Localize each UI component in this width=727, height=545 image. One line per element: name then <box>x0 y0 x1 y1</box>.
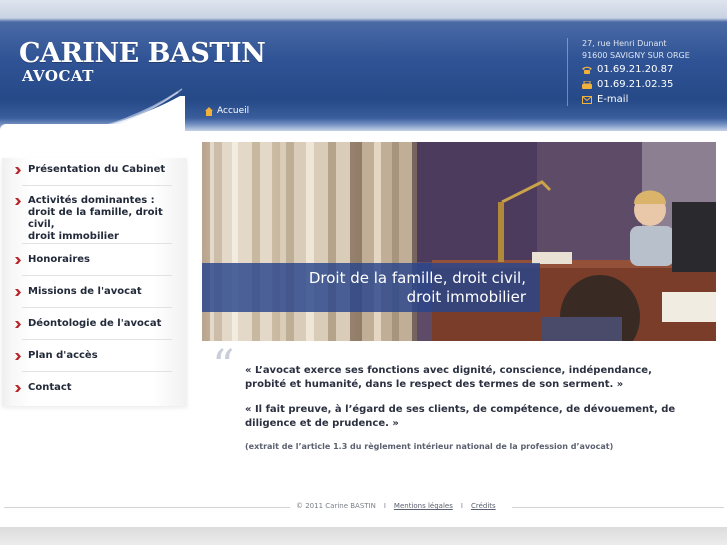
sidebar-menu: Présentation du Cabinet Activités domina… <box>2 158 187 406</box>
envelope-icon <box>582 95 592 104</box>
chevron-right-icon <box>15 321 21 328</box>
sidebar-item-label[interactable]: Déontologie de l'avocat <box>28 318 168 330</box>
footer-divider <box>4 507 290 508</box>
menu-divider <box>22 275 172 276</box>
quote-source: (extrait de l’article 1.3 du règlement i… <box>245 442 614 451</box>
footer-divider <box>512 507 724 508</box>
address-block: 27, rue Henri Dunant 91600 SAVIGNY SUR O… <box>582 38 690 62</box>
sidebar-item-label-line: droit immobilier <box>28 231 119 242</box>
address-city: 91600 SAVIGNY SUR ORGE <box>582 51 690 60</box>
email-label: E-mail <box>597 94 629 105</box>
menu-divider <box>22 307 172 308</box>
banner-caption-line: droit immobilier <box>406 288 526 306</box>
fax-number: 01.69.21.02.35 <box>597 79 674 90</box>
quote-line: « Il fait preuve, à l’égard de ses clien… <box>245 404 676 415</box>
chevron-right-icon <box>15 167 21 174</box>
chevron-right-icon <box>15 385 21 392</box>
menu-divider <box>22 185 172 186</box>
sidebar-item-label[interactable]: Plan d'accès <box>28 350 168 362</box>
site-title: CARINE BASTIN <box>19 38 266 69</box>
legal-notice-link[interactable]: Mentions légales <box>394 502 453 510</box>
banner-caption-line: Droit de la famille, droit civil, <box>308 269 526 287</box>
sidebar-item-label[interactable]: Missions de l'avocat <box>28 286 168 298</box>
chevron-right-icon <box>15 289 21 296</box>
sidebar-item-label-line: Activités dominantes : <box>28 195 155 206</box>
quote-line: diligence et de prudence. » <box>245 418 399 429</box>
home-icon <box>205 106 213 116</box>
email-link[interactable]: E-mail <box>582 94 628 105</box>
sidebar-item-label[interactable]: Contact <box>28 382 168 394</box>
site-subtitle: AVOCAT <box>22 67 94 85</box>
footer-separator: I <box>383 502 386 510</box>
header-divider <box>567 38 568 106</box>
chevron-right-icon <box>15 257 21 264</box>
nav-home-link[interactable]: Accueil <box>205 106 249 116</box>
quote-paragraph-2: « Il fait preuve, à l’égard de ses clien… <box>245 403 717 431</box>
fax-icon <box>582 80 592 89</box>
nav-home-label: Accueil <box>217 106 250 116</box>
banner-caption: Droit de la famille, droit civil, droit … <box>309 269 526 307</box>
address-street: 27, rue Henri Dunant <box>582 39 667 48</box>
chevron-right-icon <box>15 353 21 360</box>
chevron-right-icon <box>15 198 21 205</box>
hero-banner-image: Droit de la famille, droit civil, droit … <box>202 142 716 341</box>
footer: © 2011 Carine BASTIN I Mentions légales … <box>296 502 496 510</box>
quote-line: « L’avocat exerce ses fonctions avec dig… <box>245 365 652 376</box>
quote-line: probité et humanité, dans le respect des… <box>245 379 624 390</box>
sidebar-item-label[interactable]: Activités dominantes : droit de la famil… <box>28 195 168 243</box>
page-bottom-band <box>0 527 727 545</box>
quote-mark-icon: “ <box>212 341 235 392</box>
credits-link[interactable]: Crédits <box>471 502 496 510</box>
quote-paragraph-1: « L’avocat exerce ses fonctions avec dig… <box>245 364 717 392</box>
phone-number: 01.69.21.20.87 <box>597 64 674 75</box>
sidebar-item-label-line: droit de la famille, droit <box>28 207 163 218</box>
phone-icon <box>582 66 592 74</box>
fax-row: 01.69.21.02.35 <box>582 79 673 90</box>
sidebar-item-label-line: civil, <box>28 219 55 230</box>
footer-separator: I <box>460 502 463 510</box>
menu-divider <box>22 339 172 340</box>
menu-divider <box>22 243 172 244</box>
sidebar-item-label[interactable]: Honoraires <box>28 254 168 266</box>
menu-divider <box>22 371 172 372</box>
phone-row: 01.69.21.20.87 <box>582 64 673 75</box>
sidebar-item-label[interactable]: Présentation du Cabinet <box>28 164 168 176</box>
footer-copyright: © 2011 Carine BASTIN <box>296 502 376 510</box>
